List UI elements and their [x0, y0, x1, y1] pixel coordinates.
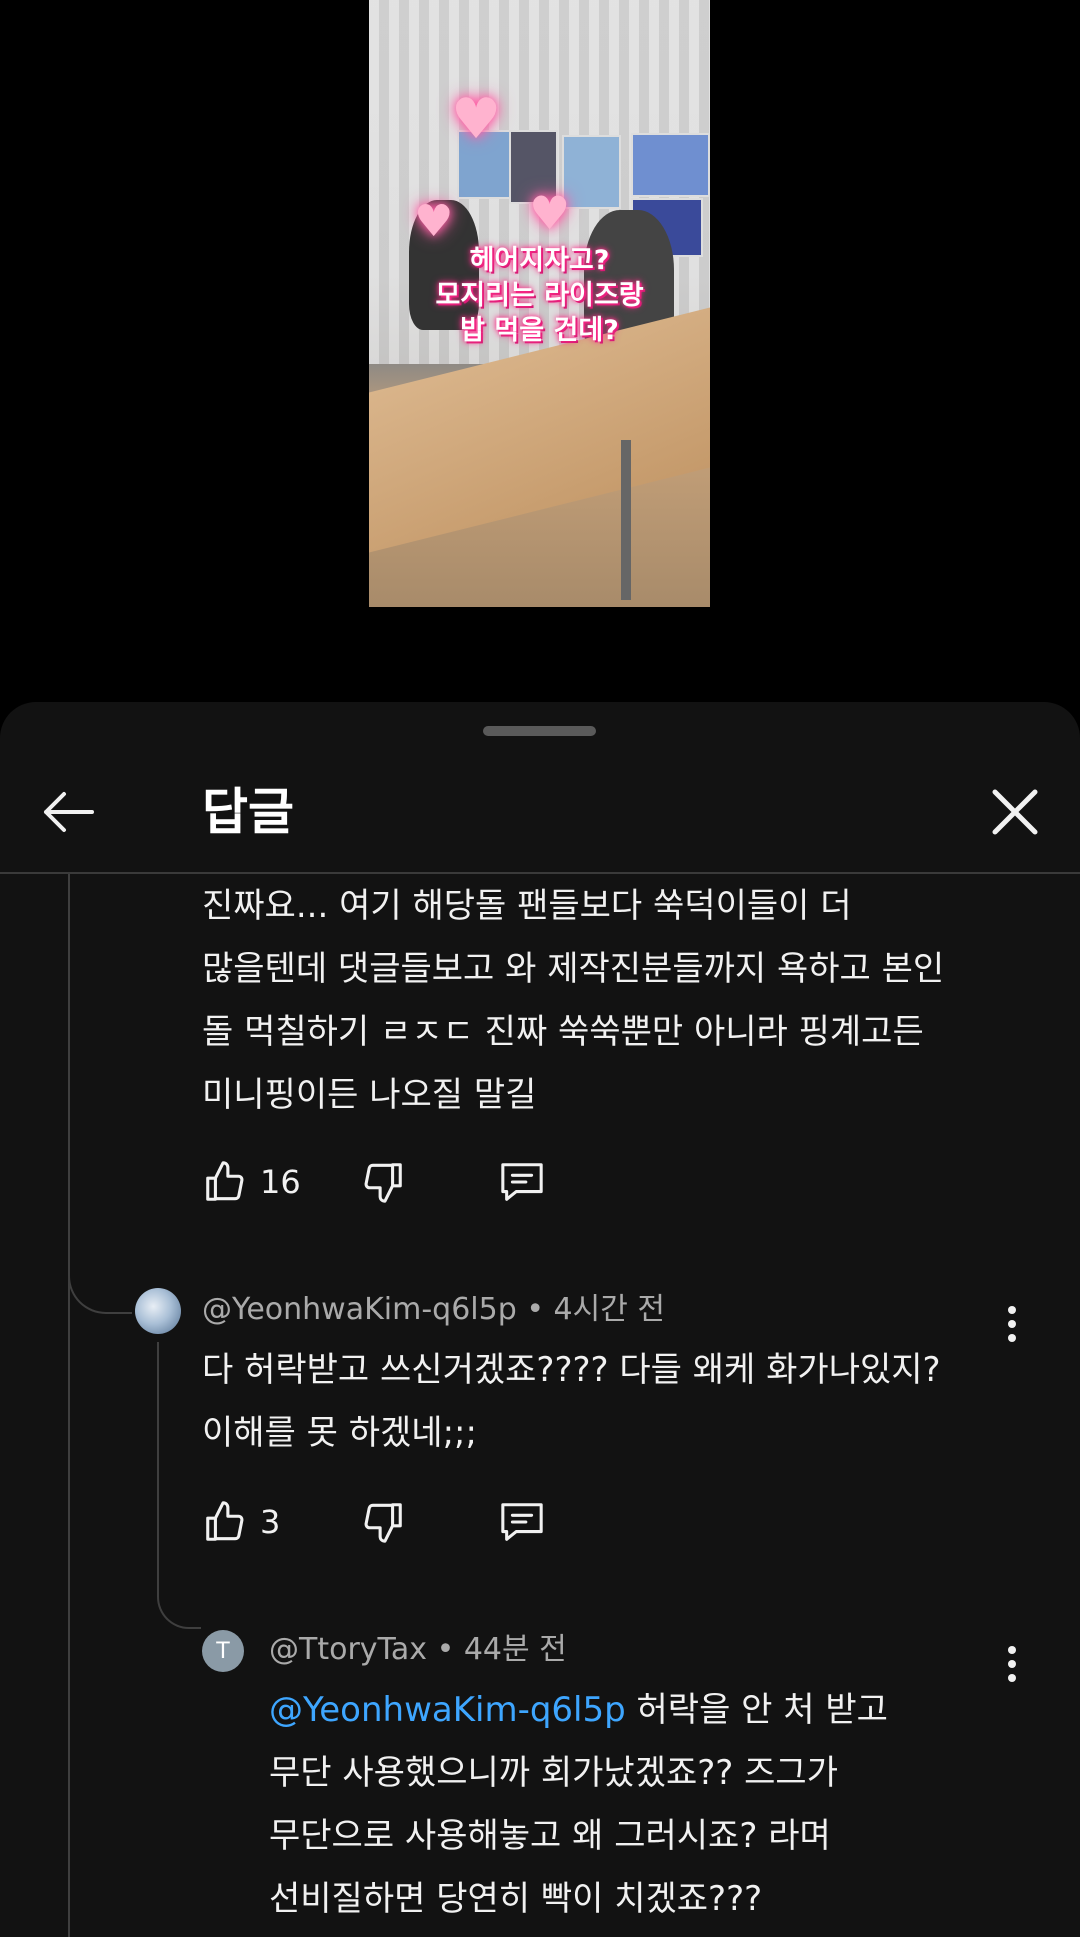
video-player[interactable]: ♥ ♥ ♥ 헤어지자고? 모지리는 라이즈랑 밥 먹을 건데? [369, 0, 710, 607]
meta-separator: • [436, 1632, 464, 1667]
caption-line: 밥 먹을 건데? [460, 315, 619, 346]
comment-author[interactable]: @TtoryTax [269, 1632, 427, 1667]
wall-poster [631, 133, 710, 197]
comment-text: 다 허락받고 쓰신거겠죠???? 다들 왜케 화가나있지? 이해를 못 하겠네;… [202, 1350, 941, 1453]
comment-time: 4시간 전 [553, 1292, 665, 1327]
dislike-button[interactable] [360, 1499, 406, 1545]
header-divider [0, 872, 1080, 874]
avatar-letter: T [216, 1638, 230, 1664]
thumb-up-icon [206, 1501, 244, 1541]
comment-time: 44분 전 [463, 1632, 567, 1667]
like-count: 16 [260, 1163, 301, 1201]
comment-actions: 16 [202, 1159, 602, 1219]
dislike-button[interactable] [360, 1159, 406, 1205]
back-arrow-icon [44, 792, 94, 832]
reply-button[interactable] [497, 1159, 547, 1205]
drag-handle[interactable] [483, 726, 596, 736]
sheet-header: 답글 [0, 762, 1080, 872]
thumb-up-icon [206, 1161, 244, 1201]
comment-actions: 3 [202, 1499, 602, 1559]
comment-text: @YeonhwaKim-q6l5p 허락을 안 처 받고 무단 사용했으니까 회… [269, 1690, 888, 1919]
more-vert-icon [1008, 1646, 1016, 1654]
thread-connector [157, 1597, 201, 1629]
like-button[interactable]: 3 [202, 1499, 280, 1545]
meta-separator: • [526, 1292, 554, 1327]
heart-sticker: ♥ [414, 196, 454, 247]
video-caption: 헤어지자고? 모지리는 라이즈랑 밥 먹을 건데? [369, 243, 710, 348]
more-vert-icon [1008, 1306, 1016, 1314]
avatar[interactable]: T [202, 1630, 244, 1672]
avatar[interactable] [135, 1288, 181, 1334]
wall-poster [562, 135, 621, 209]
page-title: 답글 [202, 783, 294, 841]
comment-meta: @YeonhwaKim-q6l5p • 4시간 전 [202, 1290, 665, 1330]
thumb-down-icon [364, 1503, 402, 1543]
thread-connector [68, 1172, 132, 1314]
thumb-down-icon [364, 1163, 402, 1203]
mention-link[interactable]: @YeonhwaKim-q6l5p [269, 1690, 626, 1730]
close-button[interactable] [985, 782, 1045, 842]
comment-meta: @TtoryTax • 44분 전 [269, 1630, 567, 1670]
heart-sticker: ♥ [529, 186, 571, 240]
thread-line [68, 874, 70, 1937]
heart-sticker: ♥ [451, 87, 502, 152]
reply-icon [501, 1163, 543, 1201]
like-count: 3 [260, 1503, 281, 1541]
close-icon [992, 789, 1038, 835]
back-button[interactable] [38, 782, 98, 842]
reply-button[interactable] [497, 1499, 547, 1545]
caption-line: 모지리는 라이즈랑 [435, 280, 644, 311]
comment-author[interactable]: @YeonhwaKim-q6l5p [202, 1292, 517, 1327]
table-leg [621, 440, 631, 600]
like-button[interactable]: 16 [202, 1159, 301, 1205]
thread-line [157, 1342, 159, 1597]
more-options-button[interactable] [1006, 1646, 1018, 1688]
more-options-button[interactable] [1006, 1306, 1018, 1348]
replies-sheet: 답글 진짜요... 여기 해당돌 팬들보다 쑥덕이들이 더 많을텐데 댓글들보고… [0, 702, 1080, 1937]
comment-text: 진짜요... 여기 해당돌 팬들보다 쑥덕이들이 더 많을텐데 댓글들보고 와 … [202, 886, 945, 1115]
caption-line: 헤어지자고? [469, 245, 610, 276]
reply-icon [501, 1503, 543, 1541]
